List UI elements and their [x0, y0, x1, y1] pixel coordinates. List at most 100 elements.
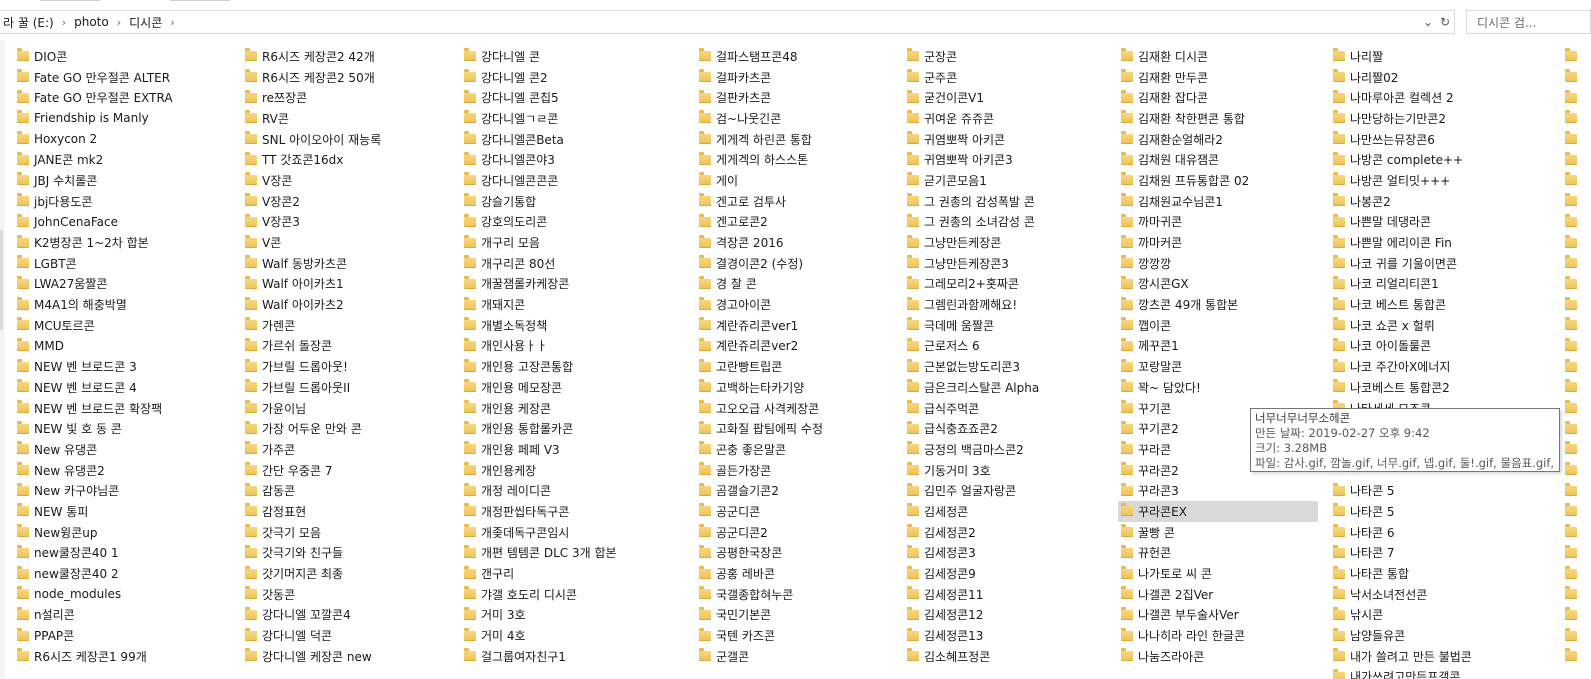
folder-item[interactable]: 개별소독정책: [461, 315, 681, 336]
folder-item[interactable]: 극데메 움짤콘: [904, 315, 1104, 336]
folder-item[interactable]: 겐고로 검투사: [696, 191, 896, 212]
folder-item[interactable]: 근로저스 6: [904, 336, 1104, 357]
folder-item[interactable]: node_modules: [14, 584, 224, 605]
folder-item[interactable]: 나쁜말 데댕라콘: [1330, 212, 1580, 233]
folder-item[interactable]: 나코 주간아X에너지: [1330, 356, 1580, 377]
folder-item[interactable]: 개인용 케장콘: [461, 398, 681, 419]
folder-item[interactable]: 나리짤: [1330, 46, 1580, 67]
folder-item[interactable]: 김재환 잡다콘: [1118, 87, 1318, 108]
folder-item[interactable]: R6시즈 케장콘1 99개: [14, 646, 224, 667]
folder-item[interactable]: 김채원교수님콘1: [1118, 191, 1318, 212]
folder-item[interactable]: 강호의도리콘: [461, 212, 681, 233]
folder-item[interactable]: 김세정콘2: [904, 522, 1104, 543]
folder-item[interactable]: 꾸라콘3: [1118, 480, 1318, 501]
folder-item[interactable]: 귀여운 쥬쥬콘: [904, 108, 1104, 129]
folder-item[interactable]: 고란빵트립콘: [696, 356, 896, 377]
folder-item[interactable]: 그냥만든케장콘: [904, 232, 1104, 253]
folder-item[interactable]: 까마커콘: [1118, 232, 1318, 253]
folder-item[interactable]: 군갤콘: [696, 646, 896, 667]
folder-item[interactable]: 개인사용ㅏㅏ: [461, 336, 681, 357]
folder-item[interactable]: 경고아이콘: [696, 294, 896, 315]
folder-item[interactable]: 공평한국장콘: [696, 543, 896, 564]
folder-item[interactable]: 가렌콘: [242, 315, 452, 336]
folder-item[interactable]: 결경이콘2 (수정): [696, 253, 896, 274]
folder-item[interactable]: 공군디콘: [696, 501, 896, 522]
folder-item[interactable]: R6시즈 케장콘2 50개: [242, 67, 452, 88]
address-bar[interactable]: 라 꿀 (E:) › photo › 디시콘 › ⌄ ↻: [0, 10, 1455, 34]
chevron-right-icon[interactable]: ›: [112, 16, 126, 29]
folder-item[interactable]: 갓극기 모음: [242, 522, 452, 543]
folder-item[interactable]: New 유댕콘: [14, 439, 224, 460]
folder-item[interactable]: 김재환순얼해라2: [1118, 129, 1318, 150]
folder-item[interactable]: JohnCenaFace: [14, 212, 224, 233]
folder-item[interactable]: 김채원 대유잼콘: [1118, 149, 1318, 170]
folder-item[interactable]: SNL 아이오아이 재능록: [242, 129, 452, 150]
folder-item[interactable]: 깡츠콘 49개 통합본: [1118, 294, 1318, 315]
folder-item[interactable]: 강다니엘콘야3: [461, 149, 681, 170]
folder-item[interactable]: jbj다용도콘: [14, 191, 224, 212]
nav-pane-scrollbar[interactable]: [0, 40, 5, 679]
folder-item[interactable]: 나만쓰는뮤장콘6: [1330, 129, 1580, 150]
folder-item[interactable]: 걸파스탬프콘48: [696, 46, 896, 67]
folder-item[interactable]: New윙콘up: [14, 522, 224, 543]
folder-item[interactable]: 개정 레이디콘: [461, 480, 681, 501]
folder-item[interactable]: 강다니엘콘Beta: [461, 129, 681, 150]
folder-item[interactable]: 나코베스트 통합콘2: [1330, 377, 1580, 398]
folder-item[interactable]: Fate GO 만우절콘 ALTER: [14, 67, 224, 88]
folder-item[interactable]: 검~나웃긴콘: [696, 108, 896, 129]
folder-item[interactable]: 그냥만든케장콘3: [904, 253, 1104, 274]
folder-item[interactable]: 김세정콘9: [904, 563, 1104, 584]
folder-item[interactable]: 나코 베스트 통합콘: [1330, 294, 1580, 315]
folder-item[interactable]: PPAP콘: [14, 625, 224, 646]
folder-item[interactable]: 공홍 레바콘: [696, 563, 896, 584]
folder-item[interactable]: 갓기머지콘 최종: [242, 563, 452, 584]
folder-item[interactable]: LGBT콘: [14, 253, 224, 274]
folder-item[interactable]: 공군디콘2: [696, 522, 896, 543]
folder-item[interactable]: 김세정콘: [904, 501, 1104, 522]
folder-item[interactable]: 김세정콘3: [904, 543, 1104, 564]
folder-item[interactable]: 거미 3호: [461, 605, 681, 626]
folder-item[interactable]: 나쁜말 에리이콘 Fin: [1330, 232, 1580, 253]
folder-item[interactable]: NEW 벤 브로드콘 확장팩: [14, 398, 224, 419]
folder-item[interactable]: Fate GO 만우절콘 EXTRA: [14, 87, 224, 108]
folder-item[interactable]: 꿀빵 콘: [1118, 522, 1318, 543]
folder-item[interactable]: Walf 동방카츠콘: [242, 253, 452, 274]
folder-item[interactable]: 갠구리: [461, 563, 681, 584]
folder-item[interactable]: 개돼지콘: [461, 294, 681, 315]
folder-item[interactable]: 나코 아이돌룰콘: [1330, 336, 1580, 357]
scrollbar-thumb[interactable]: [0, 230, 3, 330]
folder-item[interactable]: New 카구야님콘: [14, 480, 224, 501]
folder-item[interactable]: 게이: [696, 170, 896, 191]
folder-item[interactable]: 거미 4호: [461, 625, 681, 646]
folder-item[interactable]: 께꾸콘1: [1118, 336, 1318, 357]
folder-item[interactable]: 귿기콘모음1: [904, 170, 1104, 191]
folder-item[interactable]: 걸그룹여자친구1: [461, 646, 681, 667]
folder-item[interactable]: 깡시콘GX: [1118, 274, 1318, 295]
folder-item[interactable]: 강다니엘 콘2: [461, 67, 681, 88]
folder-item[interactable]: 고오오급 사격케장콘: [696, 398, 896, 419]
refresh-icon[interactable]: ↻: [1435, 11, 1455, 33]
folder-item[interactable]: 곤충 좋은말콘: [696, 439, 896, 460]
folder-item[interactable]: 가브릴 드롭아웃II: [242, 377, 452, 398]
folder-item[interactable]: 낚시콘: [1330, 605, 1580, 626]
folder-item[interactable]: 그레모리2+홋짜콘: [904, 274, 1104, 295]
folder-item[interactable]: 나타콘 7: [1330, 543, 1580, 564]
folder-item[interactable]: 가주콘: [242, 439, 452, 460]
folder-item[interactable]: 내가 쓸려고 만든 불법콘: [1330, 646, 1580, 667]
folder-item[interactable]: 낙서소녀전선콘: [1330, 584, 1580, 605]
folder-item[interactable]: 강다니엘 콘: [461, 46, 681, 67]
folder-item[interactable]: 계란쥬리콘ver2: [696, 336, 896, 357]
folder-item[interactable]: Hoxycon 2: [14, 129, 224, 150]
folder-item[interactable]: 강다니엘 케장콘 new: [242, 646, 452, 667]
folder-item[interactable]: 강다니엘 콘칩5: [461, 87, 681, 108]
folder-item[interactable]: 개인용 페페 V3: [461, 439, 681, 460]
folder-item[interactable]: 급식주먹콘: [904, 398, 1104, 419]
folder-item[interactable]: New 유댕콘2: [14, 460, 224, 481]
folder-item[interactable]: 가브릴 드롭아웃!: [242, 356, 452, 377]
folder-item[interactable]: 나타콘 6: [1330, 522, 1580, 543]
folder-item[interactable]: 개좆데독구콘임시: [461, 522, 681, 543]
chevron-right-icon[interactable]: ›: [57, 16, 71, 29]
folder-item[interactable]: 김소혜프정콘: [904, 646, 1104, 667]
folder-item[interactable]: 게게겍 하린콘 통합: [696, 129, 896, 150]
folder-item[interactable]: 감정표현: [242, 501, 452, 522]
